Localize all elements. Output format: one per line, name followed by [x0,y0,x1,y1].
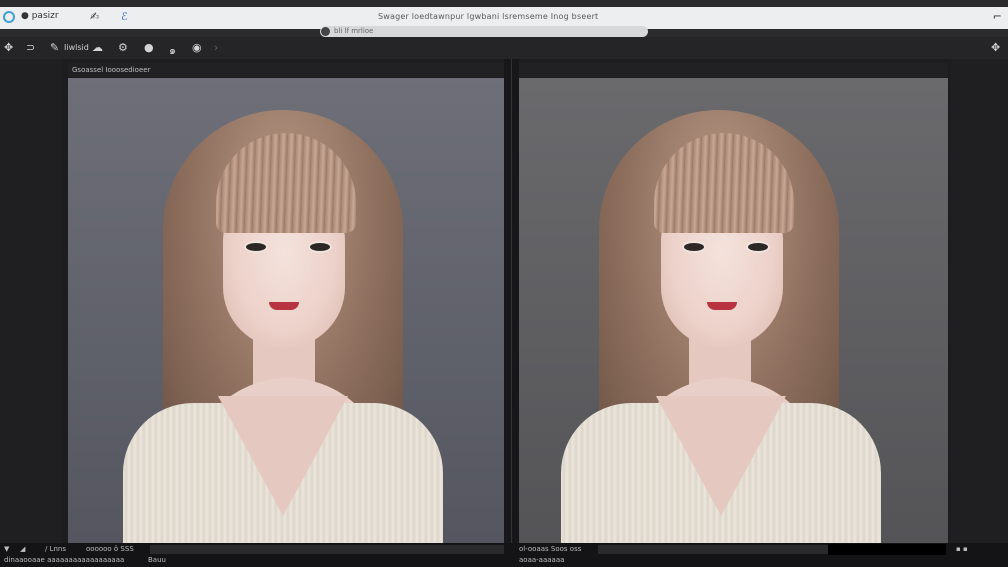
status-mid-sub: aoaa-aaaaaa [519,556,565,564]
left-sidebar [0,59,62,543]
portrait-left [68,78,504,543]
status-progress-left [150,545,504,554]
app-logo-icon[interactable] [3,11,15,23]
status-progress-right [598,545,828,554]
portrait-right [519,78,948,543]
path-text: bli lf mrlioe [334,27,374,35]
status-values: oooooo ö SSS [86,545,134,553]
right-panel-header [519,63,948,77]
toolbar: ✥ ⊃ ✎ Iiwlsid ☁ ⚙ ● ๑ ◉ › ✥ [0,37,1008,59]
status-mid-text: ol-ooaas Soos oss [519,545,582,553]
swirl-icon[interactable]: ๑ [169,41,176,59]
status-mark: Bauu [148,556,166,564]
status-triangle-icon[interactable]: ◢ [20,545,25,553]
left-panel-header: Gsoassel Iooosedioeer [68,63,504,77]
path-dot-icon [321,27,330,36]
gear-icon[interactable]: ⚙ [118,41,128,54]
circle-icon[interactable]: ● [144,41,154,54]
brush-icon[interactable]: ✎ [50,41,59,54]
window-title: Swager loedtawnpur lgwbani lsremseme Ino… [378,12,599,21]
chevron-right-icon[interactable]: › [214,41,218,54]
status-right-text: ▪ ▪ [956,545,968,553]
drop-icon[interactable]: ◉ [192,41,202,54]
toolbar-label[interactable]: Iiwlsid [64,43,89,52]
move-tool-icon[interactable]: ✥ [4,41,13,54]
status-mode: / Lnns [45,545,67,553]
status-sub-left: dinaaooaae aaaaaaaaaaaaaaaaaa [4,556,125,564]
status-dark-box [828,544,946,555]
workspace: Gsoassel Iooosedioeer [0,59,1008,543]
edit-icon[interactable]: ℰ [121,10,128,23]
left-panel-label: Gsoassel Iooosedioeer [72,66,151,74]
move-right-icon[interactable]: ✥ [991,41,1000,54]
status-bar: ▼ ◢ / Lnns oooooo ö SSS dinaaooaae aaaaa… [0,543,1008,567]
cloud-icon[interactable]: ☁ [92,41,103,54]
left-image-preview[interactable] [68,78,504,543]
split-divider[interactable] [504,59,519,543]
top-edge-strip [0,0,1008,7]
right-image-preview[interactable] [519,78,948,543]
path-field[interactable]: bli lf mrlioe [320,26,648,37]
status-arrow-icon[interactable]: ▼ [4,545,9,553]
window-control-icon[interactable]: ⌐ [993,10,1002,23]
app-name: ● pasizr [21,11,59,21]
loop-icon[interactable]: ⊃ [26,41,35,54]
pen-tool-icon[interactable]: ✍ [90,10,99,23]
right-sidebar [951,59,1008,543]
